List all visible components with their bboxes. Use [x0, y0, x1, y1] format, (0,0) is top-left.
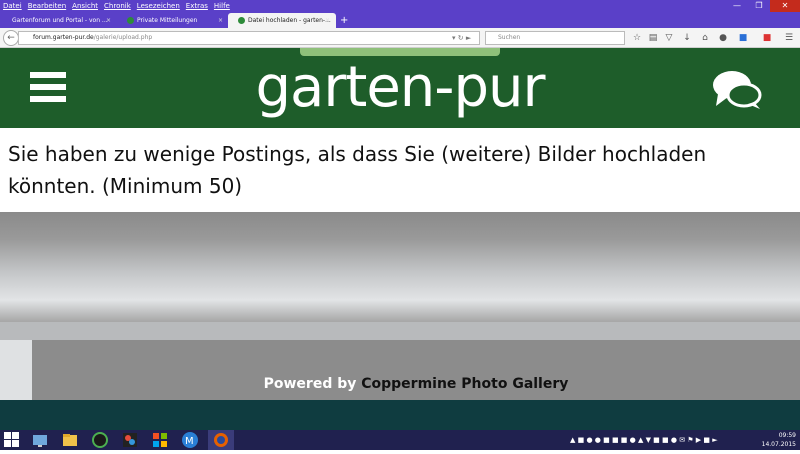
- url-path: /galerie/upload.php: [93, 34, 153, 41]
- tab-label: Gartenforum und Portal - von ...: [12, 17, 108, 24]
- desktop-app-icon[interactable]: [30, 430, 50, 450]
- site-menu-icon[interactable]: [30, 72, 66, 102]
- tab-close-icon[interactable]: ×: [325, 13, 330, 28]
- pocket-icon[interactable]: ▽: [662, 31, 676, 45]
- menu-ansicht[interactable]: Ansicht: [69, 0, 101, 12]
- file-explorer-icon[interactable]: [60, 430, 80, 450]
- window-controls: — ❐ ✕: [726, 0, 800, 12]
- tab-label: Datei hochladen - garten-...: [248, 17, 331, 24]
- tab-private-mitteilungen[interactable]: Private Mitteilungen ×: [117, 13, 229, 28]
- reading-list-icon[interactable]: ▤: [646, 31, 660, 45]
- menu-bar: Datei Bearbeiten Ansicht Chronik Lesezei…: [0, 0, 233, 12]
- media-app-icon[interactable]: [90, 430, 110, 450]
- leaf-icon: [127, 17, 134, 24]
- chat-icon[interactable]: ●: [716, 31, 730, 45]
- svg-text:M: M: [185, 436, 194, 447]
- system-tray[interactable]: ▲ ■ ● ● ■ ■ ■ ● ▲ ▼ ■ ■ ● ✉ ⚑ ▶ ■ ►: [570, 434, 718, 446]
- minimize-icon[interactable]: —: [726, 0, 748, 12]
- coppermine-link[interactable]: Coppermine Photo Gallery: [361, 376, 568, 392]
- firefox-icon[interactable]: [208, 430, 234, 450]
- office-app-icon[interactable]: [150, 430, 170, 450]
- menu-extras[interactable]: Extras: [183, 0, 211, 12]
- clock-date: 14.07.2015: [761, 441, 796, 448]
- tab-label: Private Mitteilungen: [137, 17, 198, 24]
- tab-datei-hochladen[interactable]: Datei hochladen - garten-... ×: [228, 13, 336, 28]
- search-input[interactable]: Suchen: [485, 31, 625, 45]
- powered-by-label: Powered by: [263, 376, 357, 392]
- gradient-band-lower: [0, 322, 800, 340]
- upload-limit-message: Sie haben zu wenige Postings, als dass S…: [8, 142, 707, 198]
- paint-app-icon[interactable]: [120, 430, 140, 450]
- menu-chronik[interactable]: Chronik: [101, 0, 134, 12]
- chat-bubbles-icon[interactable]: [712, 68, 762, 110]
- bookmark-star-icon[interactable]: ☆: [630, 31, 644, 45]
- maximize-icon[interactable]: ❐: [748, 0, 770, 12]
- leaf-icon: [238, 17, 245, 24]
- taskbar-clock[interactable]: 09:59 14.07.2015: [756, 431, 796, 449]
- menu-datei[interactable]: Datei: [0, 0, 25, 12]
- menu-lesezeichen[interactable]: Lesezeichen: [134, 0, 183, 12]
- close-icon[interactable]: ✕: [770, 0, 800, 12]
- url-host: forum.garten-pur.de: [33, 34, 94, 41]
- clock-time: 09:59: [778, 432, 796, 439]
- gradient-band: [0, 212, 800, 322]
- tab-gartenforum[interactable]: Gartenforum und Portal - von ... ×: [2, 13, 117, 28]
- new-tab-button[interactable]: +: [340, 13, 348, 28]
- maxthon-browser-icon[interactable]: M: [180, 430, 200, 450]
- menu-bearbeiten[interactable]: Bearbeiten: [25, 0, 69, 12]
- site-logo[interactable]: garten-pur: [240, 48, 560, 128]
- footer-bottom: [0, 400, 800, 430]
- extension-icon[interactable]: ■: [736, 31, 750, 45]
- addon-icon[interactable]: ■: [760, 31, 774, 45]
- reload-icon[interactable]: ▾ ↻ ►: [452, 31, 471, 45]
- hamburger-menu-icon[interactable]: ☰: [782, 31, 796, 45]
- download-icon[interactable]: ↓: [680, 31, 694, 45]
- tab-close-icon[interactable]: ×: [106, 13, 111, 28]
- powered-by-text: Powered by Coppermine Photo Gallery: [32, 376, 800, 392]
- back-button[interactable]: ←: [3, 30, 19, 46]
- windows-start-icon[interactable]: [4, 432, 20, 448]
- tab-close-icon[interactable]: ×: [218, 13, 223, 28]
- home-icon[interactable]: ⌂: [698, 31, 712, 45]
- address-bar[interactable]: forum.garten-pur.de/galerie/upload.php: [18, 31, 480, 45]
- menu-hilfe[interactable]: Hilfe: [211, 0, 233, 12]
